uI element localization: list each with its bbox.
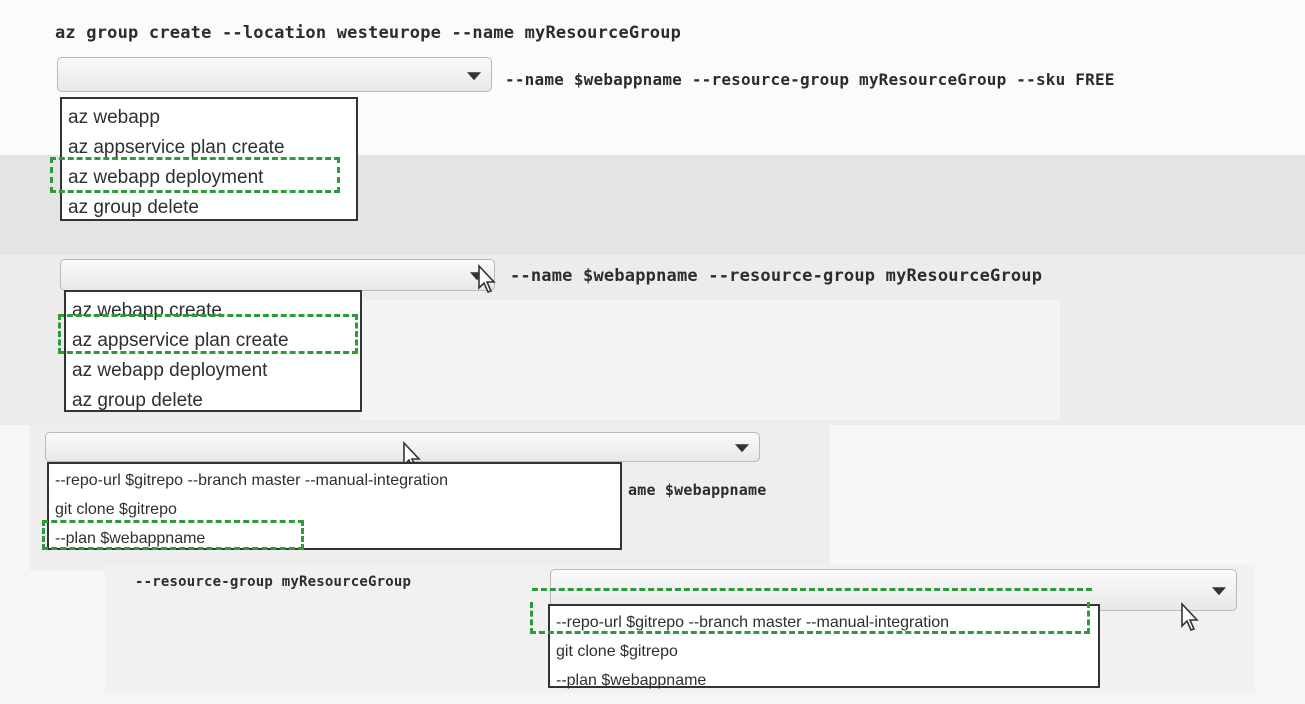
- dropdown-1-option[interactable]: az appservice plan create: [68, 133, 356, 163]
- dropdown-1-option[interactable]: az group delete: [68, 193, 356, 223]
- dropdown-4-option[interactable]: --repo-url $gitrepo --branch master --ma…: [556, 608, 1098, 637]
- dropdown-arrow-icon: [735, 444, 749, 453]
- statement-line3-suffix: --name $webappname --resource-group myRe…: [510, 266, 1043, 286]
- dropdown-3-options: --repo-url $gitrepo --branch master --ma…: [47, 462, 622, 550]
- dropdown-2-option[interactable]: az appservice plan create: [72, 326, 360, 356]
- dropdown-arrow-icon: [470, 272, 484, 281]
- dropdown-4-option[interactable]: --plan $webappname: [556, 666, 1098, 695]
- dropdown-3-option[interactable]: --repo-url $gitrepo --branch master --ma…: [55, 466, 620, 495]
- dropdown-2[interactable]: [60, 259, 495, 291]
- dropdown-2-option[interactable]: az group delete: [72, 386, 360, 416]
- dropdown-1-option[interactable]: az webapp: [68, 103, 356, 133]
- dropdown-3-option[interactable]: git clone $gitrepo: [55, 495, 620, 524]
- statement-line2-suffix: --name $webappname --resource-group myRe…: [505, 70, 1115, 89]
- dropdown-1-option[interactable]: az webapp deployment: [68, 163, 356, 193]
- dropdown-3-option[interactable]: --plan $webappname: [55, 524, 620, 553]
- dropdown-4-options: --repo-url $gitrepo --branch master --ma…: [548, 604, 1100, 689]
- dropdown-3[interactable]: [45, 432, 760, 462]
- statement-group-create: az group create --location westeurope --…: [55, 23, 682, 43]
- band-right-3: [830, 425, 1305, 570]
- dropdown-2-options: az webapp create az appservice plan crea…: [64, 290, 362, 412]
- dropdown-1-options: az webapp az appservice plan create az w…: [60, 97, 358, 221]
- dropdown-arrow-icon: [467, 71, 481, 80]
- dropdown-2-option[interactable]: az webapp deployment: [72, 356, 360, 386]
- dropdown-2-option[interactable]: az webapp create: [72, 296, 360, 326]
- statement-line4-fragment: ame $webappname: [628, 481, 767, 499]
- statement-line5-prefix: --resource-group myResourceGroup: [135, 574, 412, 590]
- dropdown-4-option[interactable]: git clone $gitrepo: [556, 637, 1098, 666]
- dropdown-arrow-icon: [1212, 587, 1226, 596]
- band-patch-1: [360, 300, 1060, 420]
- dropdown-1[interactable]: [57, 57, 492, 92]
